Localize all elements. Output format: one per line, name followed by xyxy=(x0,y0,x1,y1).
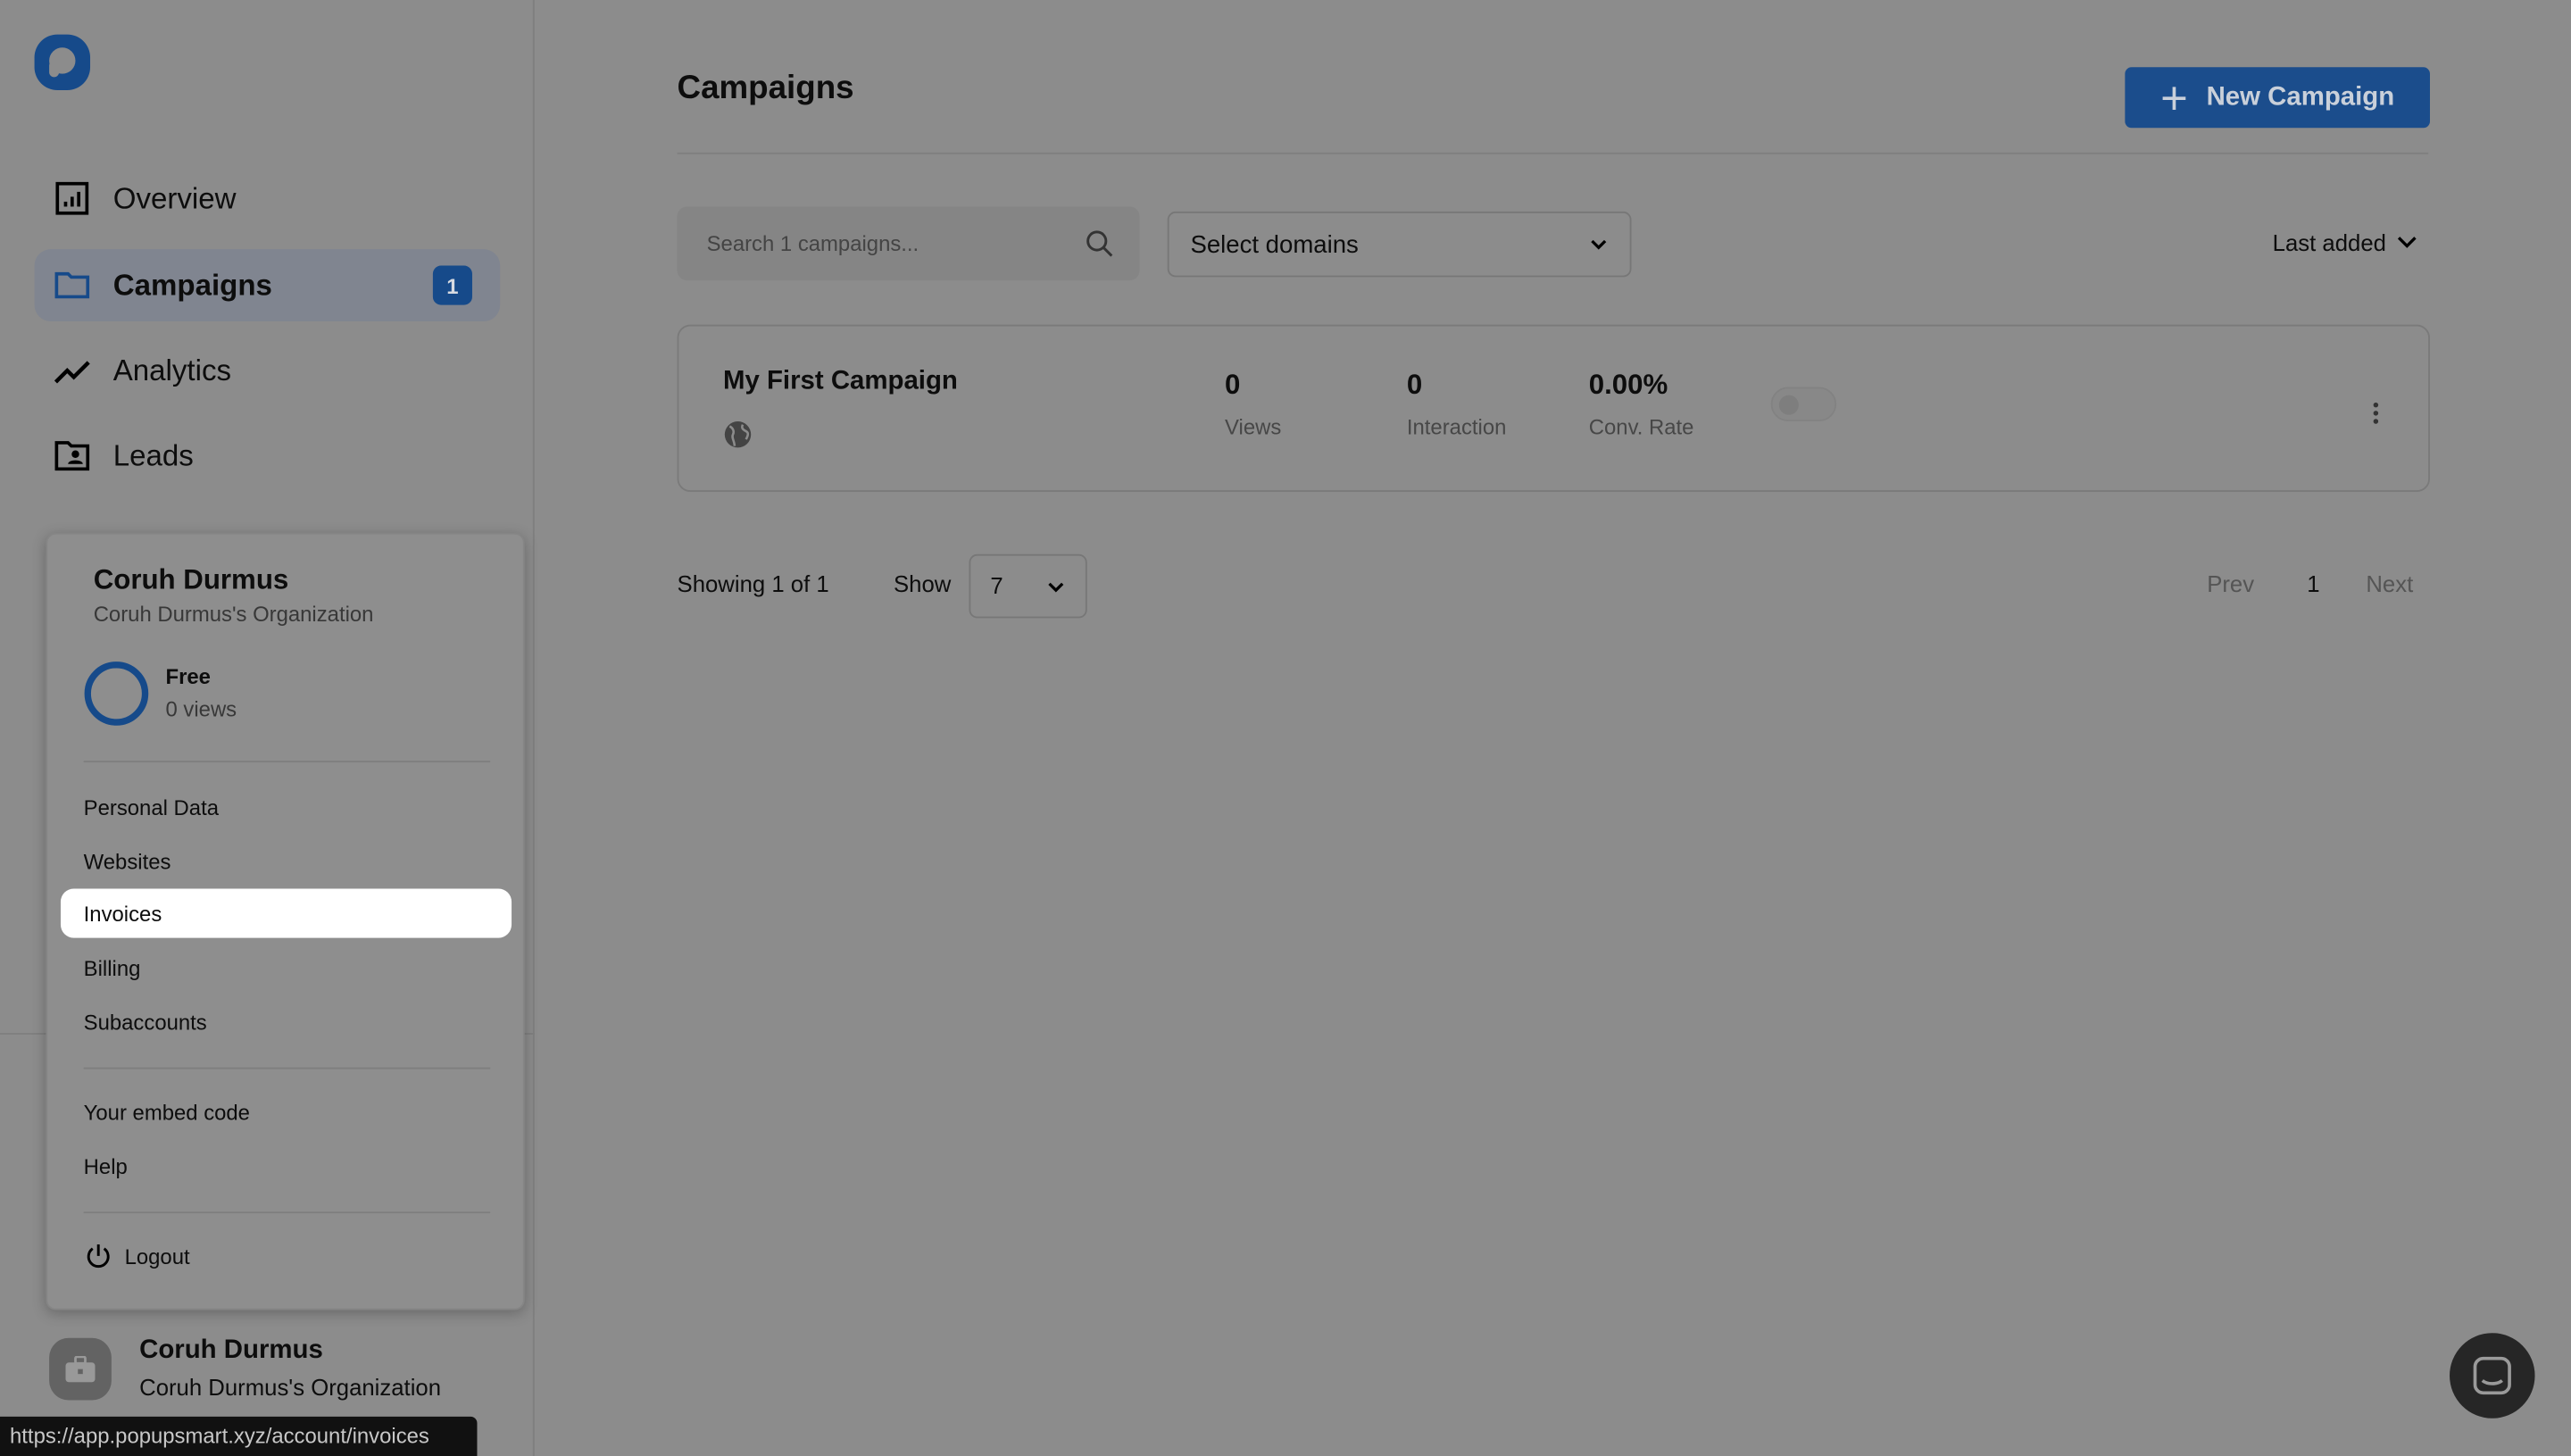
menu-divider xyxy=(83,1211,491,1214)
user-name[interactable]: Coruh Durmus xyxy=(139,1336,323,1366)
logout-button[interactable]: Logout xyxy=(61,1231,512,1280)
sidebar-item-campaigns[interactable]: Campaigns 1 xyxy=(34,249,501,321)
stat-label: Conv. Rate xyxy=(1588,414,1694,440)
menu-item-embed-code[interactable]: Your embed code xyxy=(61,1087,512,1136)
account-menu: Coruh Durmus Coruh Durmus's Organization… xyxy=(46,532,525,1310)
sidebar-item-label: Leads xyxy=(112,438,194,472)
contact-folder-icon xyxy=(54,441,90,471)
menu-item-personal-data[interactable]: Personal Data xyxy=(61,782,512,831)
stat-interaction: 0 Interaction xyxy=(1407,369,1506,439)
domains-select[interactable]: Select domains xyxy=(1167,211,1632,278)
menu-user-org: Coruh Durmus's Organization xyxy=(93,602,374,627)
plus-icon xyxy=(2161,86,2185,110)
trend-line-icon xyxy=(54,361,90,384)
org-avatar[interactable] xyxy=(49,1337,112,1401)
bar-chart-icon xyxy=(55,181,89,215)
domains-select-value: Select domains xyxy=(1190,230,1359,260)
page-size-value: 7 xyxy=(990,572,1003,599)
kebab-menu-icon[interactable] xyxy=(2371,400,2381,426)
plan-usage: 0 views xyxy=(165,696,237,722)
sidebar-item-leads[interactable]: Leads xyxy=(35,420,501,492)
campaign-card[interactable]: My First Campaign 0 Views 0 Interaction 0.… xyxy=(677,324,2430,493)
header-divider xyxy=(677,152,2429,154)
menu-divider xyxy=(83,1067,491,1069)
page-number[interactable]: 1 xyxy=(2307,570,2319,596)
chevron-down-icon xyxy=(1048,582,1064,593)
stat-conv-rate: 0.00% Conv. Rate xyxy=(1589,369,1694,439)
menu-item-billing[interactable]: Billing xyxy=(61,943,512,992)
stat-label: Views xyxy=(1225,414,1282,440)
menu-item-invoices[interactable]: Invoices xyxy=(60,888,512,938)
menu-user-name: Coruh Durmus xyxy=(93,563,289,595)
menu-item-subaccounts[interactable]: Subaccounts xyxy=(61,997,512,1046)
sidebar-item-label: Analytics xyxy=(112,353,232,387)
campaign-name[interactable]: My First Campaign xyxy=(723,367,958,396)
sort-label: Last added xyxy=(2272,229,2386,256)
menu-item-websites[interactable]: Websites xyxy=(61,836,512,886)
chat-widget-button[interactable] xyxy=(2450,1333,2535,1419)
stat-value: 0 xyxy=(1406,369,1423,401)
page-size-select[interactable]: 7 xyxy=(969,553,1087,619)
folder-icon xyxy=(54,271,90,299)
sort-dropdown[interactable]: Last added xyxy=(2272,229,2419,256)
stat-label: Interaction xyxy=(1406,414,1507,440)
globe-icon xyxy=(724,421,752,448)
chevron-down-icon xyxy=(1591,239,1607,250)
sidebar-item-analytics[interactable]: Analytics xyxy=(35,335,501,407)
toggle-knob xyxy=(1778,395,1799,415)
page-title: Campaigns xyxy=(677,70,854,107)
chevron-down-icon xyxy=(2398,237,2417,248)
menu-divider xyxy=(83,761,491,763)
campaign-toggle[interactable] xyxy=(1770,387,1837,422)
search-placeholder: Search 1 campaigns... xyxy=(706,230,919,256)
stat-views: 0 Views xyxy=(1225,369,1281,439)
show-label: Show xyxy=(894,570,952,597)
sidebar-item-label: Overview xyxy=(112,180,237,214)
plan-name: Free xyxy=(165,663,211,689)
usage-ring xyxy=(84,661,149,726)
prev-page-button[interactable]: Prev xyxy=(2207,570,2254,596)
stat-value: 0.00% xyxy=(1588,369,1668,401)
menu-item-help[interactable]: Help xyxy=(61,1141,512,1190)
status-bar-url: https://app.popupsmart.xyz/account/invoi… xyxy=(0,1416,478,1456)
popupsmart-logo[interactable] xyxy=(33,33,92,92)
new-campaign-label: New Campaign xyxy=(2206,82,2395,111)
user-org: Coruh Durmus's Organization xyxy=(139,1374,442,1401)
sidebar-item-label: Campaigns xyxy=(112,268,272,302)
showing-count: Showing 1 of 1 xyxy=(677,570,829,597)
logout-label: Logout xyxy=(124,1244,190,1269)
new-campaign-button[interactable]: New Campaign xyxy=(2125,67,2430,129)
power-icon xyxy=(87,1244,110,1269)
sidebar-item-overview[interactable]: Overview xyxy=(35,162,501,235)
search-icon[interactable] xyxy=(1086,229,1113,257)
briefcase-icon xyxy=(65,1355,96,1383)
next-page-button[interactable]: Next xyxy=(2366,570,2413,596)
chat-icon xyxy=(2473,1356,2511,1395)
campaign-count-badge: 1 xyxy=(432,265,472,305)
stat-value: 0 xyxy=(1225,369,1241,401)
search-input[interactable]: Search 1 campaigns... xyxy=(677,206,1140,281)
